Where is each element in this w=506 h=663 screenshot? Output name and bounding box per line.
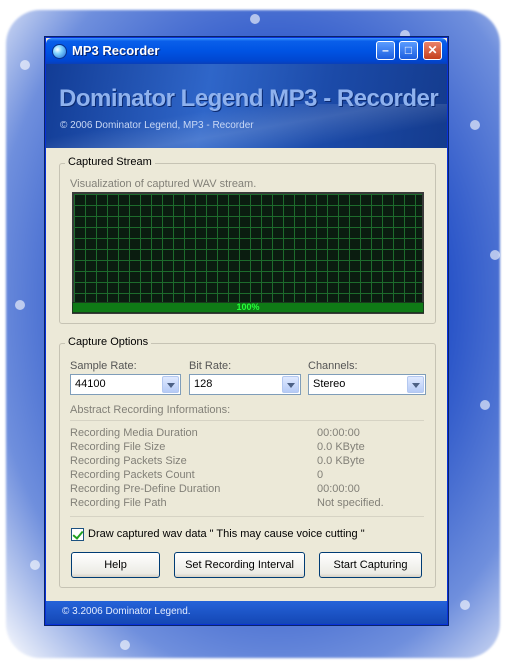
visualization-description: Visualization of captured WAV stream. (70, 178, 257, 190)
status-text: © 3.2006 Dominator Legend. (62, 606, 191, 617)
divider (70, 420, 424, 421)
set-recording-interval-button[interactable]: Set Recording Interval (174, 552, 305, 578)
backdrop-speck (15, 300, 25, 310)
info-value-media-duration: 00:00:00 (317, 427, 360, 439)
channels-label: Channels: (308, 360, 358, 372)
backdrop-speck (250, 14, 260, 24)
sample-rate-label: Sample Rate: (70, 360, 137, 372)
info-value-predefine-duration: 00:00:00 (317, 483, 360, 495)
info-value-packets-count: 0 (317, 469, 324, 481)
info-label-file-size: Recording File Size (70, 441, 166, 453)
help-button[interactable]: Help (71, 552, 160, 578)
channels-select[interactable]: Stereo (308, 374, 426, 395)
backdrop-speck (480, 400, 490, 410)
bit-rate-select[interactable]: 128 (189, 374, 301, 395)
info-value-packets-size: 0.0 KByte (317, 455, 365, 467)
sample-rate-value: 44100 (75, 378, 106, 390)
waveform-visualizer (72, 192, 424, 314)
backdrop-speck (490, 250, 500, 260)
captured-stream-legend: Captured Stream (65, 156, 155, 168)
close-button[interactable]: ✕ (423, 41, 442, 60)
status-bar: © 3.2006 Dominator Legend. (46, 601, 447, 624)
info-label-file-path: Recording File Path (70, 497, 167, 509)
info-label-predefine-duration: Recording Pre-Define Duration (70, 483, 221, 495)
chevron-down-icon[interactable] (407, 376, 424, 393)
chevron-down-icon[interactable] (282, 376, 299, 393)
banner-subtitle: © 2006 Dominator Legend, MP3 - Recorder (60, 120, 254, 131)
info-heading: Abstract Recording Informations: (70, 404, 231, 416)
info-value-file-size: 0.0 KByte (317, 441, 365, 453)
sample-rate-select[interactable]: 44100 (70, 374, 181, 395)
info-label-media-duration: Recording Media Duration (70, 427, 198, 439)
backdrop-speck (120, 640, 130, 650)
channels-value: Stereo (313, 378, 346, 390)
mp3-recorder-window: MP3 Recorder – □ ✕ Dominator Legend MP3 … (45, 37, 448, 625)
backdrop-speck (30, 560, 40, 570)
minimize-button[interactable]: – (376, 41, 395, 60)
info-label-packets-count: Recording Packets Count (70, 469, 195, 481)
draw-wav-checkbox-label[interactable]: Draw captured wav data " This may cause … (88, 528, 365, 540)
capture-options-legend: Capture Options (65, 336, 152, 348)
info-value-file-path: Not specified. (317, 497, 384, 509)
info-label-packets-size: Recording Packets Size (70, 455, 187, 467)
window-title: MP3 Recorder (72, 43, 160, 58)
app-icon (52, 44, 67, 59)
header-banner: Dominator Legend MP3 - Recorder © 2006 D… (46, 64, 447, 148)
level-meter-text: 100% (236, 302, 260, 312)
chevron-down-icon[interactable] (162, 376, 179, 393)
bit-rate-label: Bit Rate: (189, 360, 232, 372)
bit-rate-value: 128 (194, 378, 213, 390)
divider (70, 516, 424, 517)
title-bar[interactable]: MP3 Recorder – □ ✕ (46, 38, 447, 64)
maximize-button[interactable]: □ (399, 41, 418, 60)
backdrop-speck (470, 120, 480, 130)
level-meter: 100% (72, 302, 424, 313)
banner-title: Dominator Legend MP3 - Recorder (59, 85, 439, 112)
backdrop-speck (20, 60, 30, 70)
start-capturing-button[interactable]: Start Capturing (319, 552, 422, 578)
draw-wav-checkbox[interactable] (71, 528, 84, 541)
backdrop-speck (460, 600, 470, 610)
